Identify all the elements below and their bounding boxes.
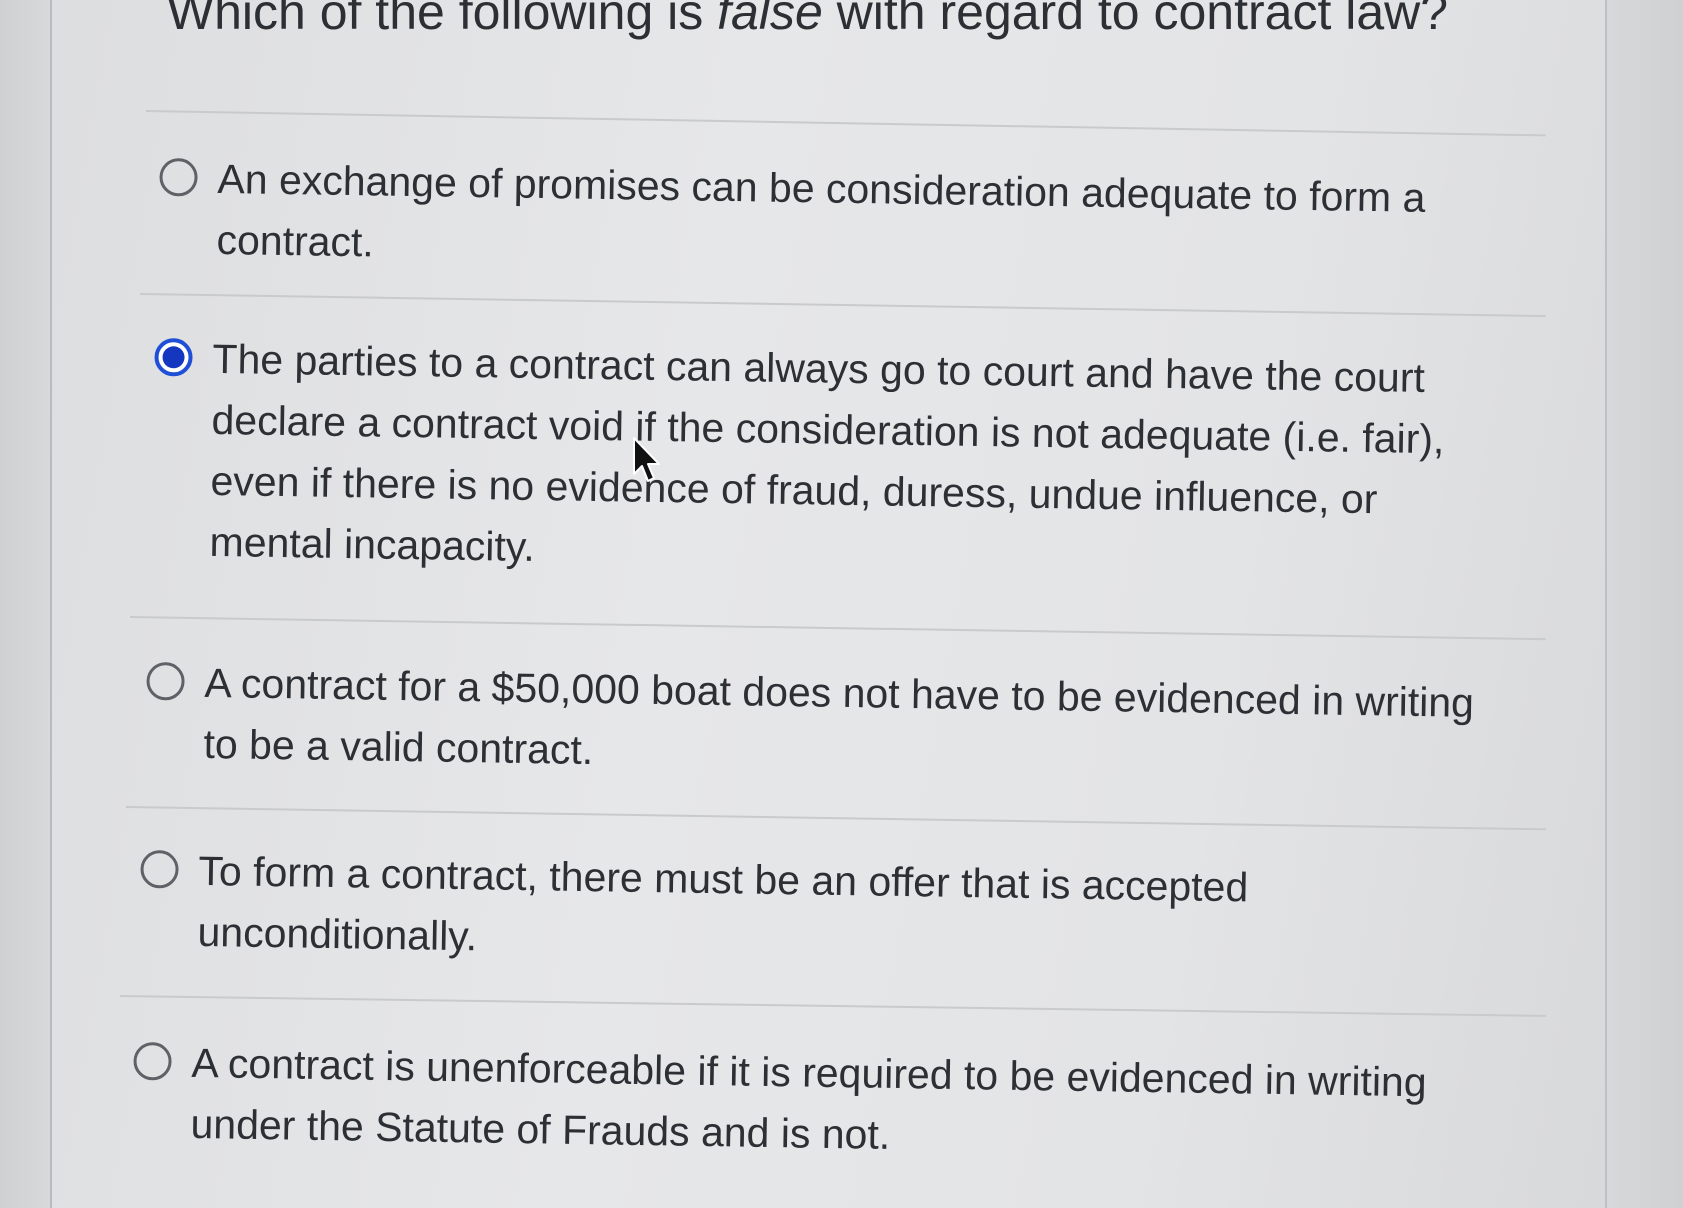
answer-option-3[interactable]: A contract for a $50,000 boat does not h… [145,652,1495,795]
answer-option-2[interactable]: The parties to a contract can always go … [151,328,1503,593]
radio-button-selected[interactable] [154,337,193,377]
right-panel-edge [1605,0,1683,1208]
divider [125,806,1546,831]
answer-option-label[interactable]: A contract for a $50,000 boat does not h… [203,653,1495,795]
answer-option-1[interactable]: An exchange of promises can be considera… [158,148,1508,291]
answer-option-label[interactable]: A contract is unenforceable if it is req… [190,1033,1482,1175]
divider [129,616,1546,641]
question-prefix: Which of the following is [166,0,718,40]
answer-option-label[interactable]: To form a contract, there must be an off… [197,841,1489,983]
radio-button[interactable] [159,157,198,197]
radio-selected-dot [162,346,185,369]
answer-option-label[interactable]: An exchange of promises can be considera… [216,149,1508,291]
radio-button[interactable] [146,661,185,701]
radio-button[interactable] [140,849,179,889]
question-text: Which of the following is false with reg… [0,0,1649,42]
quiz-screen: Which of the following is false with reg… [0,0,1683,1208]
mouse-pointer-icon [633,437,660,482]
question-emphasis: false [717,0,823,40]
answer-option-label[interactable]: The parties to a contract can always go … [209,329,1503,593]
divider [145,110,1546,137]
answer-option-5[interactable]: A contract is unenforceable if it is req… [132,1032,1482,1175]
question-suffix: with regard to contract law? [822,0,1449,40]
divider [139,293,1546,318]
left-panel-edge [0,0,52,1208]
radio-button[interactable] [133,1041,172,1081]
divider [119,995,1546,1017]
answer-option-4[interactable]: To form a contract, there must be an off… [139,840,1489,983]
